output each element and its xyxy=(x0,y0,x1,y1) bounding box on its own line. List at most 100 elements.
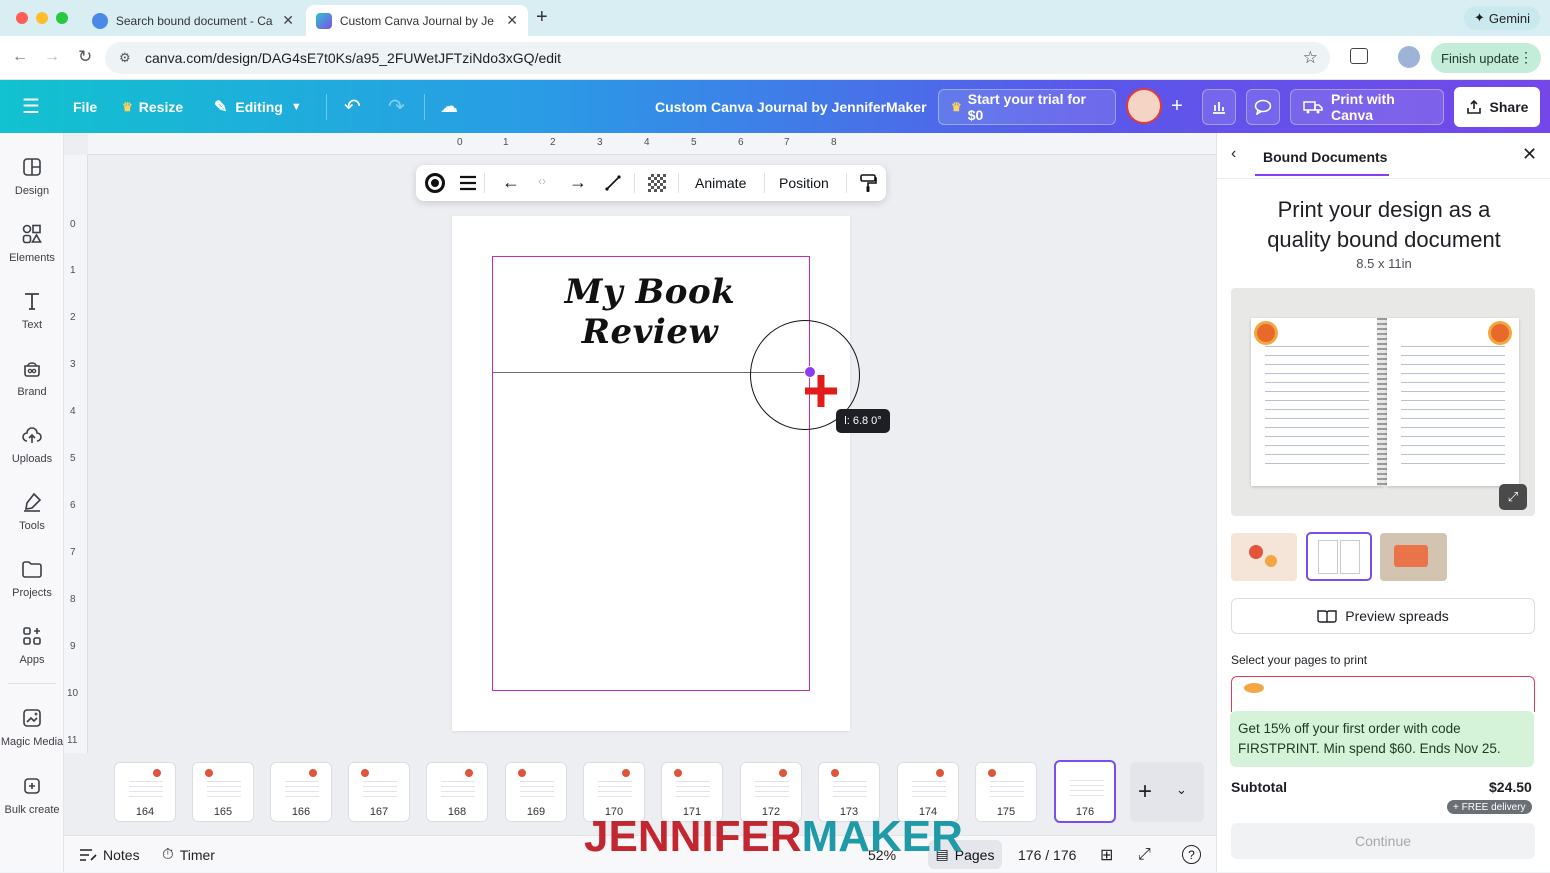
ruler-mark: 4 xyxy=(644,137,650,148)
left-ruler: 0 1 2 3 4 5 6 7 8 9 10 11 xyxy=(64,155,88,753)
page-thumbnail[interactable]: 164 xyxy=(114,762,176,822)
page-counter[interactable]: 176 / 176 xyxy=(1018,836,1076,873)
page-thumbnail[interactable]: 168 xyxy=(426,762,488,822)
line-start-arrow-icon[interactable]: ← xyxy=(502,172,520,193)
browser-tab-canva[interactable]: Custom Canva Journal by Je ✕ xyxy=(306,5,528,36)
bookmark-star-icon[interactable]: ☆ xyxy=(1303,48,1318,68)
editing-mode-button[interactable]: ✎ Editing ▼ xyxy=(214,80,302,133)
continue-button[interactable]: Continue xyxy=(1231,823,1535,859)
book-open-icon xyxy=(1317,609,1337,623)
maximize-window-button[interactable] xyxy=(56,12,68,24)
tab-favicon-icon xyxy=(92,12,108,29)
transparency-icon[interactable] xyxy=(648,174,666,192)
expand-preview-icon[interactable]: ⤢ xyxy=(1499,484,1527,510)
page-thumbnail[interactable]: 166 xyxy=(270,762,332,822)
position-button[interactable]: Position xyxy=(779,175,829,191)
chevron-down-icon[interactable]: ⌄ xyxy=(1176,782,1187,798)
line-style-icon[interactable] xyxy=(459,175,477,191)
fullscreen-icon[interactable]: ⤢ xyxy=(1138,836,1151,873)
cover-thumbnail[interactable] xyxy=(1231,533,1297,581)
more-options-icon[interactable]: ⋮ xyxy=(1519,49,1533,66)
crown-icon: ♛ xyxy=(122,99,133,114)
browser-tab-search[interactable]: Search bound document - Ca ✕ xyxy=(82,5,304,36)
page-selection-box[interactable] xyxy=(1231,676,1535,712)
thumbnail-lines xyxy=(755,777,789,801)
promo-banner: Get 15% off your first order with code F… xyxy=(1230,711,1534,767)
cast-icon[interactable] xyxy=(1350,48,1368,64)
sidebar-item-brand[interactable]: Brand xyxy=(0,356,64,398)
page-thumbnail[interactable]: 165 xyxy=(192,762,254,822)
animate-button[interactable]: Animate xyxy=(695,175,746,191)
document-title[interactable]: Custom Canva Journal by JenniferMaker xyxy=(655,80,927,133)
redo-icon[interactable]: ↷ xyxy=(388,80,405,133)
finish-update-button[interactable]: Finish update ⋮ xyxy=(1431,43,1541,73)
close-tab-icon[interactable]: ✕ xyxy=(506,12,518,29)
sidebar-item-text[interactable]: Text xyxy=(0,289,64,331)
lifestyle-thumbnail[interactable] xyxy=(1380,533,1447,581)
sidebar-item-projects[interactable]: Projects xyxy=(0,557,64,599)
sidebar-item-label: Uploads xyxy=(11,453,53,465)
sidebar-item-design[interactable]: Design xyxy=(0,155,64,197)
add-collaborator-icon[interactable]: + xyxy=(1162,90,1192,122)
forward-icon[interactable]: → xyxy=(44,48,60,66)
notes-button[interactable]: Notes xyxy=(79,836,140,873)
page-thumbnail[interactable]: 169 xyxy=(505,762,567,822)
add-page-icon[interactable]: + xyxy=(1138,778,1152,806)
share-button[interactable]: Share xyxy=(1454,87,1540,127)
file-menu-button[interactable]: File xyxy=(73,80,97,133)
interior-thumbnail-selected[interactable] xyxy=(1306,532,1372,581)
line-color-icon[interactable] xyxy=(425,173,445,193)
line-connector-icon[interactable] xyxy=(604,174,622,192)
help-icon[interactable]: ? xyxy=(1182,845,1201,864)
sidebar-item-uploads[interactable]: Uploads xyxy=(0,423,64,465)
thumbnail-flower xyxy=(518,769,526,777)
sidebar-item-bulk-create[interactable]: Bulk create xyxy=(0,774,64,816)
print-with-canva-button[interactable]: Print with Canva xyxy=(1290,89,1444,125)
thumbnail-page-number: 176 xyxy=(1075,806,1095,818)
close-tab-icon[interactable]: ✕ xyxy=(282,12,294,29)
line-type-icon[interactable]: ‹› xyxy=(538,174,546,188)
line-end-arrow-icon[interactable]: → xyxy=(569,172,587,193)
thumbnail-lines xyxy=(207,777,241,801)
watermark-part2: MAKER xyxy=(801,812,963,861)
close-panel-icon[interactable]: ✕ xyxy=(1522,144,1537,165)
back-icon[interactable]: ‹ xyxy=(1231,145,1236,163)
main-menu-icon[interactable]: ☰ xyxy=(22,80,40,133)
site-settings-icon[interactable]: ⚙ xyxy=(119,50,131,66)
sidebar-item-magic-media[interactable]: Magic Media xyxy=(0,706,64,748)
undo-icon[interactable]: ↶ xyxy=(344,80,361,133)
sidebar-item-label: Bulk create xyxy=(4,804,60,816)
sidebar-item-label: Design xyxy=(14,185,50,197)
new-tab-button[interactable]: + xyxy=(536,6,548,29)
minimize-window-button[interactable] xyxy=(36,12,48,24)
sidebar-item-elements[interactable]: Elements xyxy=(0,222,64,264)
resize-label: Resize xyxy=(138,98,184,115)
copy-style-icon[interactable] xyxy=(859,173,877,193)
apps-icon xyxy=(23,627,41,645)
share-icon xyxy=(1466,99,1482,115)
comments-icon[interactable] xyxy=(1246,89,1280,125)
url-field[interactable]: ⚙ canva.com/design/DAG4sE7t0Ks/a95_2FUWe… xyxy=(105,42,1330,74)
resize-button[interactable]: ♛ Resize xyxy=(122,80,183,133)
page-thumbnail[interactable]: 175 xyxy=(975,762,1037,822)
back-icon[interactable]: ← xyxy=(12,48,28,66)
page-thumbnail[interactable]: 176 xyxy=(1054,760,1116,823)
start-trial-button[interactable]: ♛ Start your trial for $0 xyxy=(938,89,1116,125)
page-thumbnail[interactable]: 167 xyxy=(348,762,410,822)
profile-avatar[interactable] xyxy=(1398,46,1420,68)
page-title[interactable]: My Book Review xyxy=(500,272,800,352)
grid-view-icon[interactable]: ⊞ xyxy=(1100,836,1113,873)
thumbnail-lines xyxy=(990,777,1024,801)
sidebar-item-apps[interactable]: Apps xyxy=(0,624,64,666)
timer-button[interactable]: ⏱ Timer xyxy=(162,836,215,873)
user-avatar[interactable] xyxy=(1126,88,1162,124)
gemini-button[interactable]: ✦ Gemini xyxy=(1464,6,1540,30)
sidebar-item-tools[interactable]: Tools xyxy=(0,490,64,532)
thumbnail-lines xyxy=(441,777,475,801)
preview-spreads-button[interactable]: Preview spreads xyxy=(1231,598,1535,634)
close-window-button[interactable] xyxy=(16,12,28,24)
reload-icon[interactable]: ↻ xyxy=(78,47,92,67)
cloud-save-icon[interactable]: ☁ xyxy=(440,80,458,133)
panel-tab-title[interactable]: Bound Documents xyxy=(1263,149,1387,165)
analytics-icon[interactable] xyxy=(1202,89,1236,125)
